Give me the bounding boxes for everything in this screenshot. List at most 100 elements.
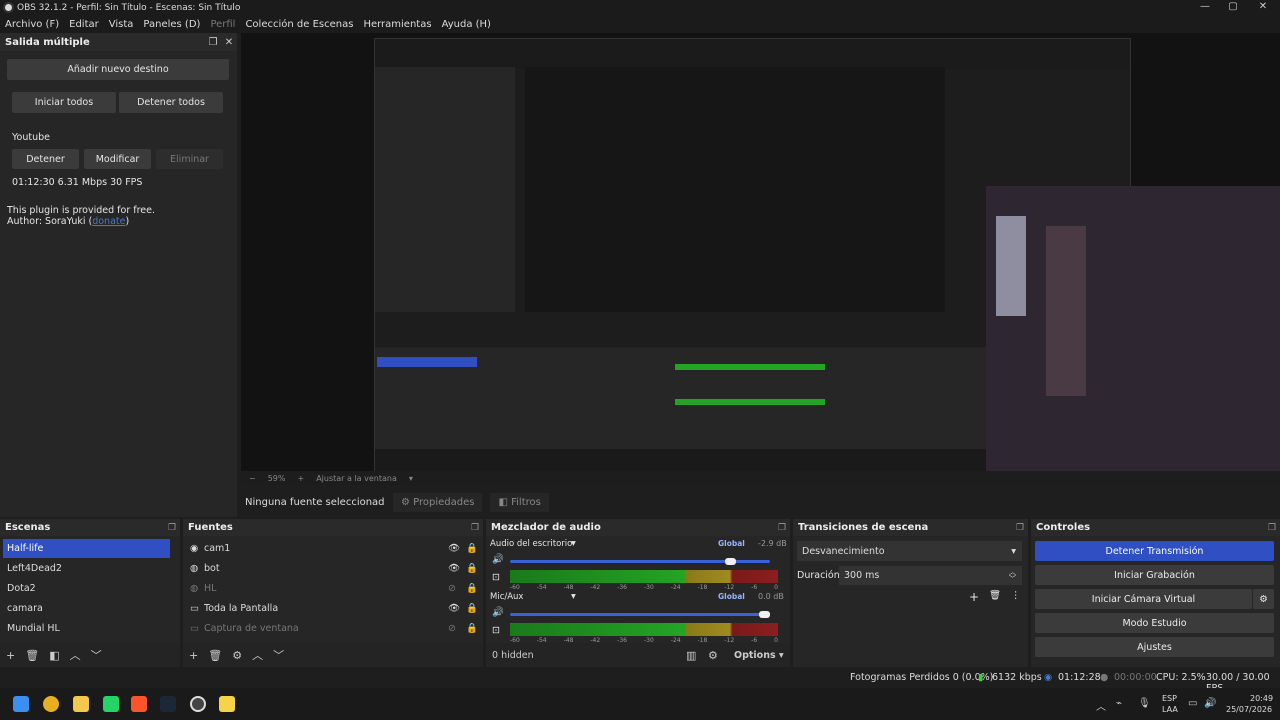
- hidden-icon[interactable]: ⊘: [448, 583, 456, 594]
- menu-ayuda[interactable]: Ayuda (H): [442, 19, 491, 30]
- source-item[interactable]: ▭ Captura de ventana ⊘ 🔒: [186, 619, 478, 638]
- scene-filters-icon[interactable]: ◧: [49, 649, 59, 662]
- monitor-icon[interactable]: ⊡: [492, 572, 500, 583]
- visibility-icon[interactable]: 👁: [448, 603, 460, 614]
- float-icon[interactable]: ❐: [205, 37, 221, 48]
- scene-item[interactable]: Left4Dead2: [3, 559, 170, 578]
- lock-icon[interactable]: 🔒: [466, 563, 478, 574]
- donate-link[interactable]: donate: [92, 216, 125, 227]
- zoom-fit[interactable]: Ajustar a la ventana: [316, 474, 397, 483]
- volume-knob[interactable]: [725, 558, 737, 565]
- chrome-icon[interactable]: [43, 696, 59, 712]
- channel-menu-icon[interactable]: ▾: [571, 591, 576, 602]
- transition-select[interactable]: Desvanecimiento ▾: [797, 541, 1022, 561]
- transitions-float-icon[interactable]: ❐: [1012, 523, 1028, 533]
- scenes-float-icon[interactable]: ❐: [164, 523, 180, 533]
- maximize-button[interactable]: ▢: [1218, 0, 1248, 15]
- source-item[interactable]: ▭ Toda la Pantalla 👁 🔒: [186, 599, 478, 618]
- speaker-icon[interactable]: 🔊: [492, 554, 504, 565]
- mixer-settings-icon[interactable]: ⚙: [708, 649, 718, 662]
- clock-date[interactable]: 25/07/2026: [1226, 705, 1272, 714]
- speaker-icon[interactable]: 🔊: [492, 607, 504, 618]
- options-button[interactable]: Options ▾: [734, 650, 784, 661]
- windows-start-icon[interactable]: [13, 696, 29, 712]
- scene-item[interactable]: Half-life: [3, 539, 170, 558]
- modify-target-button[interactable]: Modificar: [84, 149, 151, 169]
- source-item[interactable]: ◍ HL ⊘ 🔒: [186, 579, 478, 598]
- scene-item[interactable]: Mundial HL: [3, 619, 170, 638]
- obs-taskbar-icon[interactable]: [190, 696, 206, 712]
- move-down-icon[interactable]: ﹀: [273, 647, 284, 663]
- settings-button[interactable]: Ajustes: [1035, 637, 1274, 657]
- file-explorer-icon[interactable]: [73, 696, 89, 712]
- lock-icon[interactable]: 🔒: [466, 583, 478, 594]
- controls-float-icon[interactable]: ❐: [1264, 523, 1280, 533]
- source-item[interactable]: ◉ cam1 👁 🔒: [186, 539, 478, 558]
- layout-icon[interactable]: ▥: [686, 649, 696, 662]
- properties-button[interactable]: ⚙ Propiedades: [393, 492, 483, 512]
- zoom-in-icon[interactable]: +: [297, 474, 304, 483]
- keyboard-lang[interactable]: ESP: [1162, 694, 1177, 703]
- preview-canvas[interactable]: [241, 33, 1280, 471]
- move-up-icon[interactable]: ︿: [70, 647, 81, 663]
- add-source-icon[interactable]: +: [189, 649, 198, 662]
- lock-icon[interactable]: 🔒: [466, 603, 478, 614]
- volume-knob[interactable]: [759, 611, 770, 618]
- menu-archivo[interactable]: Archivo (F): [5, 19, 59, 30]
- app-taskbar-icon[interactable]: [219, 696, 235, 712]
- source-item[interactable]: ◍ bot 👁 🔒: [186, 559, 478, 578]
- spin-icon[interactable]: ︿ ﹀: [1009, 568, 1016, 583]
- zoom-dropdown-icon[interactable]: ▾: [409, 474, 413, 483]
- mic-icon[interactable]: 🎙: [1138, 698, 1151, 709]
- remove-source-icon[interactable]: 🗑: [208, 649, 222, 662]
- duration-field[interactable]: 300 ms ︿ ﹀: [839, 566, 1022, 585]
- virtual-camera-button[interactable]: Iniciar Cámara Virtual: [1035, 589, 1252, 609]
- whatsapp-icon[interactable]: [103, 696, 119, 712]
- stop-target-button[interactable]: Detener: [12, 149, 79, 169]
- add-scene-icon[interactable]: +: [6, 649, 15, 662]
- remove-transition-icon[interactable]: 🗑: [989, 590, 1001, 601]
- tray-chevron-icon[interactable]: ︿: [1096, 698, 1106, 713]
- move-up-icon[interactable]: ︿: [252, 647, 263, 663]
- display-icon[interactable]: ▭: [1188, 698, 1197, 709]
- channel-menu-icon[interactable]: ▾: [571, 538, 576, 549]
- close-dock-icon[interactable]: ✕: [221, 37, 237, 48]
- scene-item[interactable]: camara: [3, 599, 170, 618]
- close-button[interactable]: ✕: [1248, 0, 1278, 15]
- scene-item[interactable]: Dota2: [3, 579, 170, 598]
- start-recording-button[interactable]: Iniciar Grabación: [1035, 565, 1274, 585]
- stop-all-button[interactable]: Detener todos: [119, 92, 223, 113]
- delete-target-button[interactable]: Eliminar: [156, 149, 223, 169]
- mixer-float-icon[interactable]: ❐: [774, 523, 790, 533]
- move-down-icon[interactable]: ﹀: [91, 647, 102, 663]
- sources-float-icon[interactable]: ❐: [467, 523, 483, 533]
- stop-stream-button[interactable]: Detener Transmisión: [1035, 541, 1274, 561]
- menu-paneles[interactable]: Paneles (D): [143, 19, 200, 30]
- visibility-icon[interactable]: 👁: [448, 563, 460, 574]
- add-transition-icon[interactable]: +: [969, 590, 979, 604]
- lock-icon[interactable]: 🔒: [466, 543, 478, 554]
- menu-coleccion-escenas[interactable]: Colección de Escenas: [245, 19, 353, 30]
- virtual-camera-settings-icon[interactable]: ⚙: [1253, 589, 1274, 609]
- more-icon[interactable]: ⋮: [1011, 590, 1021, 601]
- studio-mode-button[interactable]: Modo Estudio: [1035, 613, 1274, 633]
- hidden-icon[interactable]: ⊘: [448, 623, 456, 634]
- source-properties-icon[interactable]: ⚙: [232, 649, 242, 662]
- add-destination-button[interactable]: Añadir nuevo destino: [7, 59, 229, 80]
- keyboard-layout[interactable]: LAA: [1162, 705, 1178, 714]
- brave-icon[interactable]: [131, 696, 147, 712]
- start-all-button[interactable]: Iniciar todos: [12, 92, 116, 113]
- steam-icon[interactable]: [160, 696, 176, 712]
- minimize-button[interactable]: —: [1190, 0, 1220, 15]
- lock-icon[interactable]: 🔒: [466, 623, 478, 634]
- menu-editar[interactable]: Editar: [69, 19, 99, 30]
- network-icon[interactable]: ⌁: [1116, 698, 1122, 709]
- clock-time[interactable]: 20:49: [1250, 694, 1273, 703]
- visibility-icon[interactable]: 👁: [448, 543, 460, 554]
- filters-button[interactable]: ◧ Filtros: [490, 492, 549, 512]
- monitor-icon[interactable]: ⊡: [492, 625, 500, 636]
- zoom-out-icon[interactable]: −: [249, 474, 256, 483]
- volume-icon[interactable]: 🔊: [1204, 698, 1216, 709]
- volume-slider[interactable]: [510, 613, 770, 616]
- remove-scene-icon[interactable]: 🗑: [25, 649, 39, 662]
